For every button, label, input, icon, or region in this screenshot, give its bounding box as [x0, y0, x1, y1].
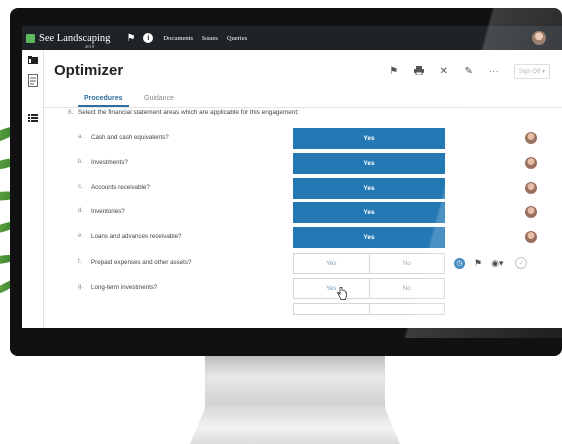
app-logo-icon	[26, 33, 35, 43]
reviewer-avatar[interactable]	[525, 206, 537, 218]
check-circle-icon[interactable]: ✓	[515, 257, 528, 269]
edit-icon[interactable]: ✎	[463, 66, 475, 77]
answer-yes-selected[interactable]: Yes	[293, 178, 445, 199]
flag-icon[interactable]: ⚑	[388, 66, 400, 77]
tab-guidance[interactable]: Guidance	[144, 95, 174, 102]
question-text: Select the financial statement areas whi…	[78, 109, 299, 116]
answer-no-button[interactable]: No	[368, 254, 445, 273]
item-label: g.	[78, 284, 84, 290]
item-label: c.	[78, 184, 83, 190]
list-item: c. Accounts receivable? Yes	[44, 178, 562, 199]
left-rail	[22, 50, 44, 328]
app-name[interactable]: See Landscaping 2018	[39, 32, 111, 49]
answer-no-button[interactable]	[368, 304, 445, 314]
toolbar: ⚑ ✕ ✎ ··· Sign Off ▾	[375, 64, 550, 79]
answer-yes-selected[interactable]: Yes	[293, 153, 445, 174]
item-text: Prepaid expenses and other assets?	[91, 259, 192, 266]
tools-icon[interactable]: ✕	[438, 66, 450, 77]
clock-icon[interactable]: ◷	[454, 257, 465, 269]
answer-text: Yes	[363, 209, 375, 216]
answer-yes-selected[interactable]: Yes	[293, 227, 445, 248]
item-text: Investments?	[91, 159, 128, 166]
top-bar: See Landscaping 2018 ⚑ i Documents Issue…	[22, 26, 562, 50]
folder-icon[interactable]	[28, 56, 38, 64]
answer-yes-selected[interactable]: Yes	[293, 202, 445, 223]
question-number: 6.	[68, 109, 74, 116]
list-item: a. Cash and cash equivalents? Yes	[44, 128, 562, 149]
item-label: b.	[78, 159, 84, 165]
answer-toggle	[293, 303, 445, 315]
answer-text: Yes	[363, 234, 375, 241]
item-text: Long-term investments?	[91, 284, 158, 291]
monitor-chin	[10, 330, 562, 356]
monitor-stand-base	[190, 404, 400, 444]
answer-toggle: Yes No	[293, 278, 445, 299]
answer-text: Yes	[363, 160, 375, 167]
item-label: e.	[78, 233, 84, 239]
answer-yes-selected[interactable]: Yes	[293, 128, 445, 149]
nav-link-queries[interactable]: Queries	[227, 35, 247, 42]
main-content: Optimizer ⚑ ✕ ✎ ··· Sign Off ▾ Procedure…	[44, 50, 562, 328]
answer-yes-button[interactable]: Yes	[294, 254, 369, 273]
tab-bar: Procedures Guidance	[44, 92, 562, 108]
reviewer-avatar[interactable]	[525, 231, 537, 243]
row-actions: ◷ ⚑ ◉▾ ✓	[454, 257, 528, 269]
item-text: Inventories?	[91, 208, 125, 215]
answer-text: Yes	[363, 135, 375, 142]
flag-icon[interactable]: ⚑	[474, 258, 482, 269]
user-avatar[interactable]	[532, 31, 546, 45]
nav-link-documents[interactable]: Documents	[163, 35, 193, 42]
answer-yes-button[interactable]	[294, 304, 369, 314]
item-text: Accounts receivable?	[91, 184, 150, 191]
list-item	[44, 303, 562, 324]
stage: See Landscaping 2018 ⚑ i Documents Issue…	[0, 0, 562, 444]
list-item: f. Prepaid expenses and other assets? Ye…	[44, 253, 562, 274]
eye-icon[interactable]: ◉▾	[491, 258, 503, 269]
info-icon[interactable]: i	[143, 33, 154, 43]
print-icon[interactable]	[413, 65, 425, 78]
item-label: d.	[78, 208, 84, 214]
list-item: d. Inventories? Yes	[44, 202, 562, 223]
answer-text: Yes	[363, 185, 375, 192]
answer-yes-button[interactable]: Yes	[294, 279, 369, 298]
item-text: Loans and advances receivable?	[91, 233, 182, 240]
item-label: a.	[78, 134, 84, 140]
answer-no-button[interactable]: No	[368, 279, 445, 298]
reviewer-avatar[interactable]	[525, 157, 537, 169]
monitor-screen: See Landscaping 2018 ⚑ i Documents Issue…	[22, 26, 562, 328]
tab-procedures[interactable]: Procedures	[78, 95, 128, 107]
question-intro: 6. Select the financial statement areas …	[68, 108, 338, 117]
monitor-stand-neck	[205, 356, 385, 408]
nav-link-issues[interactable]: Issues	[202, 35, 218, 42]
list-item: g. Long-term investments? Yes No	[44, 278, 562, 299]
flag-icon[interactable]: ⚑	[126, 33, 135, 44]
list-item: e. Loans and advances receivable? Yes	[44, 227, 562, 248]
reviewer-avatar[interactable]	[525, 132, 537, 144]
item-label: f.	[78, 259, 82, 265]
app-name-text: See Landscaping	[39, 32, 111, 44]
answer-toggle: Yes No	[293, 253, 445, 274]
app-year: 2018	[85, 43, 94, 49]
list-item: b. Investments? Yes	[44, 153, 562, 174]
sign-off-button[interactable]: Sign Off ▾	[513, 64, 550, 79]
item-text: Cash and cash equivalents?	[91, 134, 169, 141]
more-icon[interactable]: ···	[488, 66, 500, 77]
hand-cursor-icon	[337, 287, 347, 300]
reviewer-avatar[interactable]	[525, 182, 537, 194]
page-title: Optimizer	[54, 62, 124, 79]
document-icon[interactable]	[28, 74, 38, 88]
list-icon[interactable]	[28, 114, 38, 122]
